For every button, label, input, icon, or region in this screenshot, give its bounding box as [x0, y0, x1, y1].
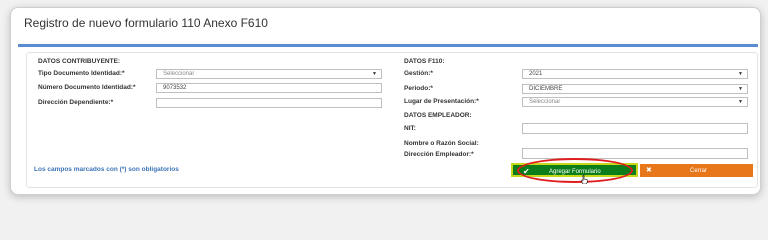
required-fields-note: Los campos marcados con (*) son obligato… — [34, 166, 179, 173]
tipo-documento-label: Tipo Documento Identidad:* — [38, 70, 125, 77]
chevron-down-icon: ▼ — [372, 71, 377, 77]
section-datos-contribuyente: DATOS CONTRIBUYENTE: — [38, 58, 121, 65]
lugar-presentacion-select[interactable]: Seleccionar ▼ — [522, 97, 748, 107]
check-icon: ✔ — [523, 167, 530, 176]
chevron-down-icon: ▼ — [738, 99, 743, 105]
periodo-label: Periodo:* — [404, 85, 433, 92]
cerrar-label: Cerrar — [690, 168, 708, 174]
cerrar-button[interactable]: ✖ Cerrar — [640, 164, 753, 177]
tipo-documento-select[interactable]: Seleccionar ▼ — [156, 69, 382, 79]
agregar-formulario-button[interactable]: ✔ Agregar Formulario — [511, 163, 638, 177]
title-divider — [18, 44, 758, 47]
agregar-formulario-label: Agregar Formulario — [549, 169, 601, 175]
lugar-presentacion-value: Seleccionar — [529, 99, 561, 105]
nit-input[interactable] — [522, 123, 748, 134]
section-datos-empleador: DATOS EMPLEADOR: — [404, 112, 472, 119]
direccion-dependiente-label: Dirección Dependiente:* — [38, 99, 114, 106]
direccion-dependiente-input[interactable] — [156, 98, 382, 108]
direccion-empleador-label: Dirección Empleador:* — [404, 151, 474, 158]
hand-cursor-icon — [581, 175, 588, 184]
numero-documento-label: Número Documento Identidad:* — [38, 84, 136, 91]
close-icon: ✖ — [646, 167, 652, 174]
direccion-empleador-input[interactable] — [522, 148, 748, 159]
gestion-select[interactable]: 2021 ▼ — [522, 69, 748, 79]
periodo-value: DICIEMBRE — [529, 86, 563, 92]
periodo-select[interactable]: DICIEMBRE ▼ — [522, 84, 748, 94]
numero-documento-input[interactable]: 9073532 — [156, 83, 382, 93]
tipo-documento-value: Seleccionar — [163, 71, 195, 77]
gestion-label: Gestión:* — [404, 70, 433, 77]
chevron-down-icon: ▼ — [738, 71, 743, 77]
lugar-presentacion-label: Lugar de Presentación:* — [404, 98, 479, 105]
nit-label: NIT: — [404, 125, 416, 132]
chevron-down-icon: ▼ — [738, 86, 743, 92]
gestion-value: 2021 — [529, 71, 543, 77]
nombre-razon-social-label: Nombre o Razón Social: — [404, 140, 479, 147]
numero-documento-value: 9073532 — [163, 85, 187, 91]
dialog-title: Registro de nuevo formulario 110 Anexo F… — [24, 16, 268, 30]
section-datos-f110: DATOS F110: — [404, 58, 445, 65]
